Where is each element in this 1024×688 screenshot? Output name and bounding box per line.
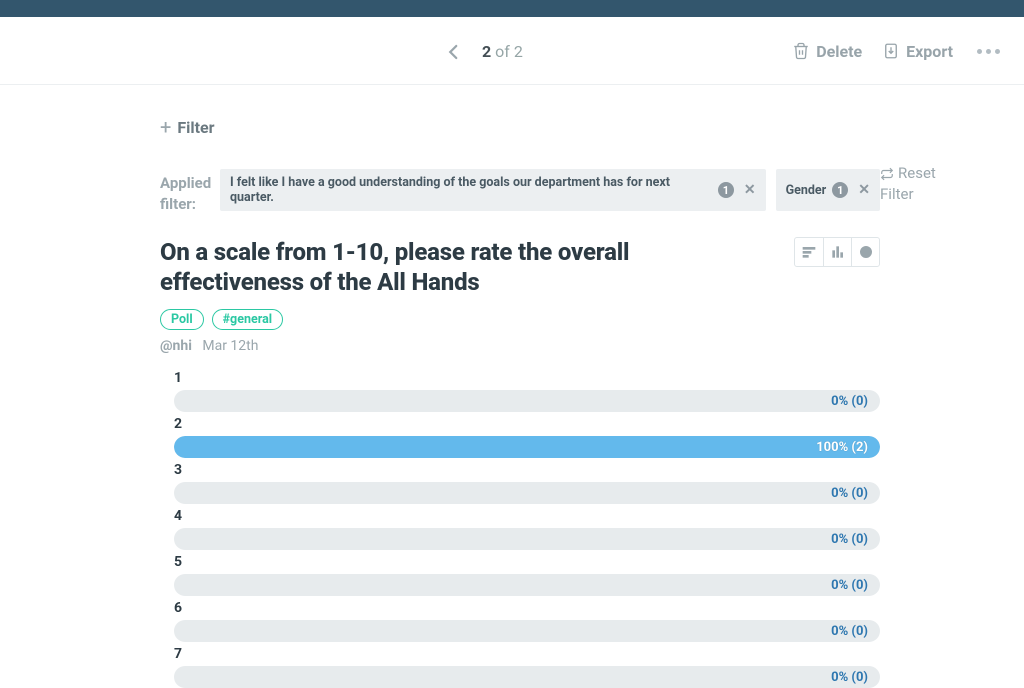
main-content: + Filter Applied filter: I felt like I h… <box>160 85 880 688</box>
bar-track: 0% (0) <box>174 390 880 412</box>
bar-category-label: 3 <box>174 462 880 478</box>
export-label: Export <box>906 42 953 61</box>
visualization-toggle <box>794 237 880 267</box>
delete-button[interactable]: Delete <box>792 42 862 61</box>
bar-track: 0% (0) <box>174 528 880 550</box>
bar-value-label: 0% (0) <box>831 482 868 504</box>
more-menu-button[interactable] <box>973 45 1004 58</box>
results-bars: 1 0% (0) 2 100% (2) 3 0% (0) 4 0% (0) 5 0% (0) 6 0%… <box>160 370 880 688</box>
bar-category-label: 7 <box>174 646 880 662</box>
viz-option-vertical-bars[interactable] <box>823 238 851 266</box>
bar-value-label: 0% (0) <box>831 574 868 596</box>
bar-value-label: 100% (2) <box>816 436 868 458</box>
filter-pill[interactable]: I felt like I have a good understanding … <box>220 169 766 211</box>
bar-track: 100% (2) <box>174 436 880 458</box>
bar-category-label: 2 <box>174 416 880 432</box>
bar-category-label: 4 <box>174 508 880 524</box>
viz-option-pie[interactable] <box>851 238 879 266</box>
delete-label: Delete <box>816 42 862 61</box>
bar-category-label: 1 <box>174 370 880 386</box>
bar-row: 7 0% (0) <box>160 646 880 688</box>
reset-label-1: Reset <box>898 163 936 184</box>
bar-row: 1 0% (0) <box>160 370 880 412</box>
close-icon[interactable]: ✕ <box>858 182 870 198</box>
reset-icon <box>880 167 894 181</box>
bar-row: 6 0% (0) <box>160 600 880 642</box>
reset-label-2: Filter <box>880 184 914 205</box>
question-title: On a scale from 1-10, please rate the ov… <box>160 237 720 297</box>
filter-pill[interactable]: Gender 1 ✕ <box>776 169 880 211</box>
bar-row: 5 0% (0) <box>160 554 880 596</box>
bar-track: 0% (0) <box>174 482 880 504</box>
bar-fill <box>174 436 880 458</box>
reset-filter-button[interactable]: Reset Filter <box>880 163 940 205</box>
page-indicator: 2 of 2 <box>482 17 523 85</box>
top-toolbar: 2 of 2 Delete Export <box>0 17 1024 85</box>
bar-row: 2 100% (2) <box>160 416 880 458</box>
export-icon <box>882 42 900 60</box>
trash-icon <box>792 42 810 60</box>
bar-category-label: 6 <box>174 600 880 616</box>
applied-filter-label: Applied filter: <box>160 169 220 215</box>
date-label: Mar 12th <box>202 338 258 354</box>
author-handle[interactable]: @nhi <box>160 338 192 354</box>
page-of-word: of <box>495 42 510 61</box>
bar-value-label: 0% (0) <box>831 528 868 550</box>
bar-value-label: 0% (0) <box>831 390 868 412</box>
filter-pill-count: 1 <box>832 182 848 198</box>
export-button[interactable]: Export <box>882 42 953 61</box>
vertical-bars-icon <box>830 244 846 260</box>
app-header-band <box>0 0 1024 17</box>
back-button[interactable] <box>445 43 463 61</box>
bar-row: 3 0% (0) <box>160 462 880 504</box>
filter-pill-count: 1 <box>718 182 734 198</box>
question-meta: @nhi Mar 12th <box>160 338 880 354</box>
pie-chart-icon <box>858 244 874 260</box>
page-current: 2 <box>482 42 491 61</box>
filter-button-label: Filter <box>177 118 214 137</box>
page-total: 2 <box>514 42 523 61</box>
add-filter-button[interactable]: + Filter <box>160 115 215 139</box>
plus-icon: + <box>160 115 171 139</box>
close-icon[interactable]: ✕ <box>744 182 756 198</box>
filter-pill-label: I felt like I have a good understanding … <box>230 175 712 205</box>
filter-pills: I felt like I have a good understanding … <box>220 169 880 211</box>
horizontal-bars-icon <box>801 244 817 260</box>
bar-category-label: 5 <box>174 554 880 570</box>
bar-track: 0% (0) <box>174 620 880 642</box>
poll-badge[interactable]: Poll <box>160 309 204 330</box>
bar-value-label: 0% (0) <box>831 666 868 688</box>
filter-pill-label: Gender <box>786 183 827 198</box>
bar-row: 4 0% (0) <box>160 508 880 550</box>
viz-option-horizontal-bars[interactable] <box>795 238 823 266</box>
channel-badge[interactable]: #general <box>212 309 283 330</box>
bar-track: 0% (0) <box>174 666 880 688</box>
bar-value-label: 0% (0) <box>831 620 868 642</box>
bar-track: 0% (0) <box>174 574 880 596</box>
